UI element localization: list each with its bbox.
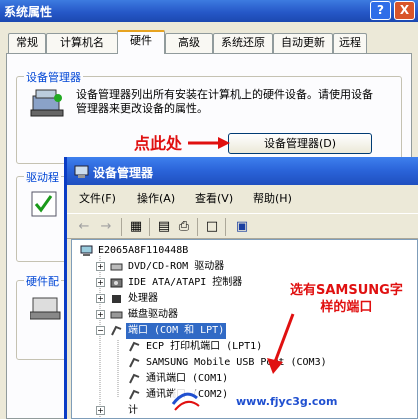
drivers-group-label: 驱动程 [24,169,61,185]
device-manager-titlebar[interactable]: 设备管理器 [67,157,418,185]
toolbar-separator [197,218,198,236]
forward-arrow-icon[interactable]: → [97,218,115,236]
disk-icon [110,309,123,321]
menu-file[interactable]: 文件(F) [79,191,116,207]
tree-item-label: 磁盘驱动器 [128,309,178,320]
device-tree[interactable]: E2065A8F110448B + DVD/CD-ROM 驱动器 + IDE A… [71,239,418,419]
device-manager-description: 设备管理器列出所有安装在计算机上的硬件设备。请使用设备管理器来更改设备的属性。 [76,88,373,115]
tree-item-label: 计 [128,405,138,416]
annotation-line-2: 样的端口 [320,300,373,315]
device-manager-button[interactable]: 设备管理器(D) [228,133,372,154]
cdrom-icon [110,261,123,273]
port-icon [128,373,141,385]
watermark-logo-icon [170,386,200,416]
menu-action[interactable]: 操作(A) [137,191,175,207]
expand-plus-icon[interactable]: + [96,406,105,415]
port-icon [110,325,123,337]
device-manager-title: 设备管理器 [93,166,154,180]
toolbar-separator [225,218,226,236]
toolbar-separator [149,218,150,236]
computer-icon [80,245,93,257]
watermark-text: www.fjyc3g.com [236,395,338,408]
menu-help[interactable]: 帮助(H) [253,191,292,207]
properties-icon[interactable]: ▤ [155,218,173,236]
tree-item-label: IDE ATA/ATAPI 控制器 [128,277,243,288]
ide-icon [110,277,123,289]
port-icon [128,341,141,353]
scan-hardware-icon[interactable]: ▣ [233,218,251,236]
processor-icon [110,293,123,305]
annotation-click-here: 点此处 [134,134,183,153]
tree-port-label: ECP 打印机端口 (LPT1) [146,341,263,352]
tree-root-label: E2065A8F110448B [98,245,189,256]
close-button[interactable]: X [394,1,415,20]
hardware-profile-icon [30,297,61,320]
tree-port-com1[interactable]: 通讯端口 (COM1) [72,371,417,387]
tree-item-label: 处理器 [128,293,158,304]
annotation-line-1: 选有SAMSUNG字 [290,283,403,298]
toolbar: ← → ▦ ▤ ⎙ □ ▣ [67,213,418,239]
tree-port-samsung[interactable]: SAMSUNG Mobile USB Port (COM3) [72,355,417,371]
port-icon [128,389,141,401]
tab-hardware[interactable]: 硬件 [117,30,165,54]
show-hide-console-tree-icon[interactable]: ▦ [127,218,145,236]
annotation-select-samsung: 选有SAMSUNG字 样的端口 [290,282,403,316]
tree-item-dvd[interactable]: + DVD/CD-ROM 驱动器 [72,259,417,275]
device-manager-icon [30,89,64,117]
tab-general[interactable]: 常规 [8,33,46,53]
system-properties-titlebar[interactable]: 系统属性 ? X [0,0,418,22]
expand-plus-icon[interactable]: + [96,310,105,319]
hardware-profiles-group-label: 硬件配 [24,273,61,289]
expand-plus-icon[interactable]: + [96,262,105,271]
port-icon [128,357,141,369]
tab-remote[interactable]: 远程 [333,33,367,53]
expand-plus-icon[interactable]: + [96,278,105,287]
expand-plus-icon[interactable]: + [96,294,105,303]
tree-item-ports[interactable]: − 端口 (COM 和 LPT) [72,323,417,339]
tree-port-lpt1[interactable]: ECP 打印机端口 (LPT1) [72,339,417,355]
driver-signing-icon [31,191,57,217]
red-arrow-icon [188,137,230,149]
device-manager-group-label: 设备管理器 [24,69,83,85]
back-arrow-icon[interactable]: ← [75,218,93,236]
tree-item-label: DVD/CD-ROM 驱动器 [128,261,225,272]
menu-view[interactable]: 查看(V) [195,191,233,207]
tab-computer-name[interactable]: 计算机名 [46,33,118,53]
help-button[interactable]: ? [370,1,391,20]
tab-automatic-updates[interactable]: 自动更新 [273,33,333,53]
red-arrow-down-icon [267,313,295,374]
device-manager-title-icon [74,165,89,178]
print-icon[interactable]: ⎙ [175,218,193,236]
toolbar-separator [121,218,122,236]
window-title: 系统属性 [4,5,53,19]
collapse-minus-icon[interactable]: − [96,326,105,335]
tree-port-label: SAMSUNG Mobile USB Port (COM3) [146,357,327,368]
help-topics-icon[interactable]: □ [203,218,221,236]
tree-item-label-selected: 端口 (COM 和 LPT) [126,323,227,339]
tab-system-restore[interactable]: 系统还原 [213,33,273,53]
tab-advanced[interactable]: 高级 [165,33,213,53]
